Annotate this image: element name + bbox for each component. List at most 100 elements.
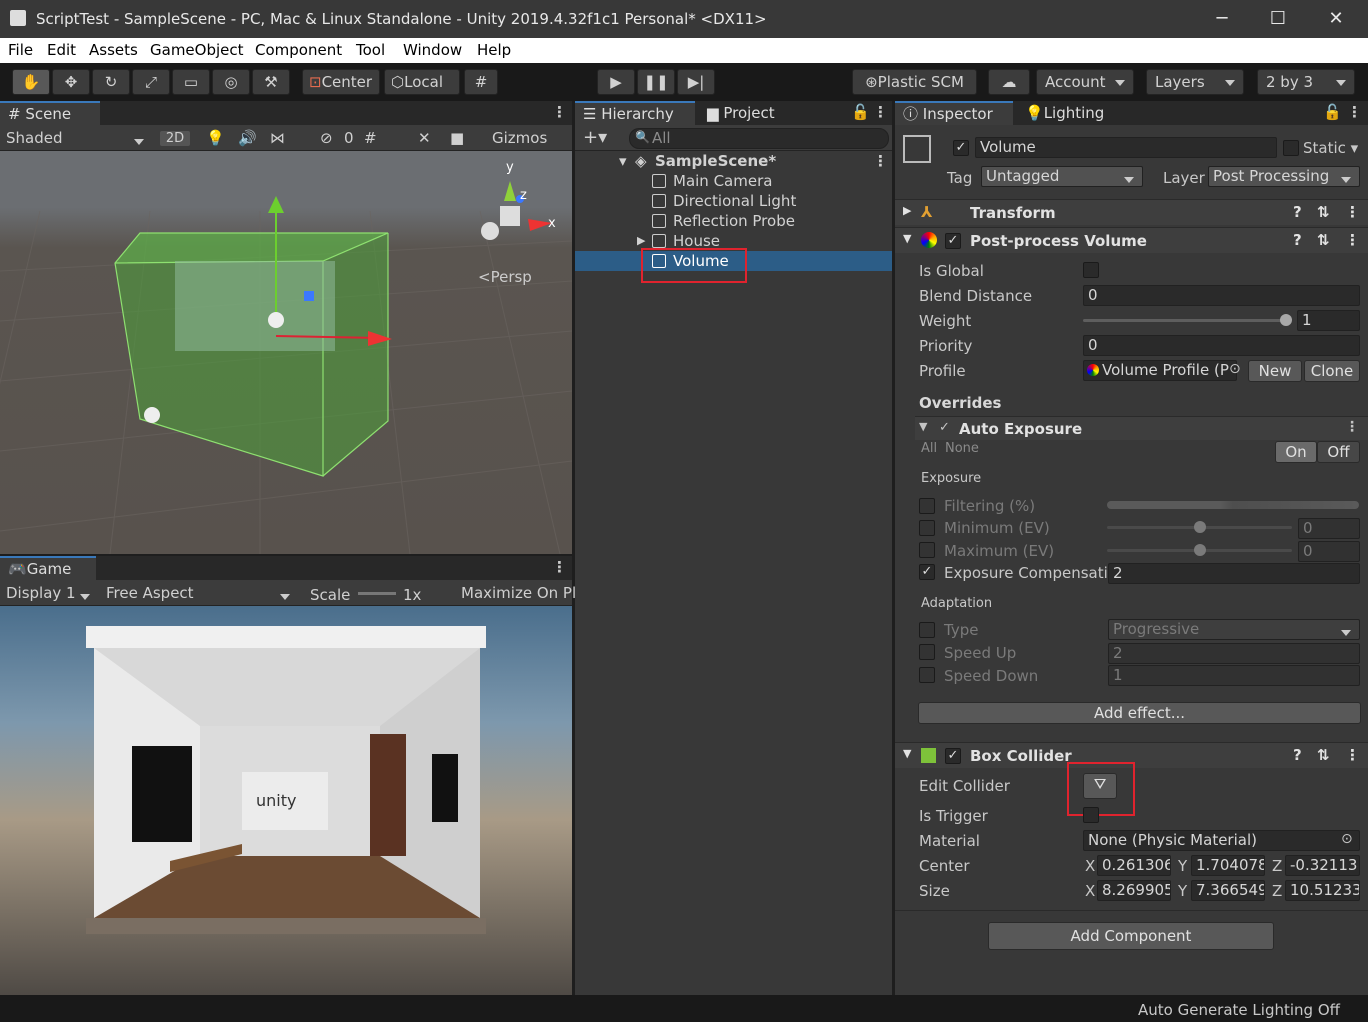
orientation-gizmo[interactable] [481,181,552,240]
tab-lighting[interactable]: 💡Lighting [1017,101,1117,125]
scene-viewport[interactable]: y z x <Persp [0,151,572,554]
help-icon[interactable]: ? [1293,746,1302,764]
hierarchy-item-reflection-probe[interactable]: Reflection Probe [575,211,892,231]
scale-tool-icon[interactable]: ⤢ [132,69,170,95]
size-x-field[interactable]: 8.269905 [1097,880,1171,901]
hierarchy-menu-icon[interactable]: ⋮ [873,103,888,121]
object-picker-icon[interactable]: ⊙ [1229,361,1241,377]
menu-window[interactable]: Window [403,41,462,59]
effects-toggle-icon[interactable]: ⋈ [270,129,285,147]
profile-clone-button[interactable]: Clone [1304,360,1360,382]
persp-label[interactable]: <Persp [478,268,532,286]
maximize-button[interactable]: ☐ [1258,6,1298,32]
tab-hierarchy[interactable]: ☰ Hierarchy [575,101,695,125]
blend-distance-field[interactable]: 0 [1083,285,1360,306]
preset-icon[interactable]: ⇅ [1317,746,1330,764]
minimum-field[interactable]: 0 [1298,518,1360,539]
center-x-field[interactable]: 0.261306 [1097,855,1171,876]
rotate-tool-icon[interactable]: ↻ [92,69,130,95]
2d-toggle[interactable]: 2D [160,131,190,146]
move-tool-icon[interactable]: ✥ [52,69,90,95]
tools-toggle-icon[interactable]: ✕ [418,129,431,147]
pivot-center-button[interactable]: ⊡Center [302,69,380,95]
y-axis-handle[interactable] [268,196,284,213]
preset-icon[interactable]: ⇅ [1317,203,1330,221]
help-icon[interactable]: ? [1293,231,1302,249]
auto-exposure-checkbox[interactable]: ✓ [939,420,950,435]
maximum-slider-knob[interactable] [1194,544,1206,556]
center-z-field[interactable]: -0.32113 [1285,855,1360,876]
plastic-scm-button[interactable]: ⊛Plastic SCM [852,69,977,95]
tab-game[interactable]: 🎮Game [0,556,96,580]
size-y-field[interactable]: 7.366549 [1191,880,1265,901]
hierarchy-item-main-camera[interactable]: Main Camera [575,171,892,191]
static-checkbox[interactable] [1283,140,1299,156]
effect-on-button[interactable]: On [1275,441,1317,463]
menu-edit[interactable]: Edit [47,41,76,59]
rect-tool-icon[interactable]: ▭ [172,69,210,95]
type-override-checkbox[interactable] [919,622,935,638]
is-trigger-checkbox[interactable] [1083,807,1099,823]
speed-up-field[interactable]: 2 [1108,643,1360,664]
object-picker-icon[interactable]: ⊙ [1341,831,1353,847]
account-dropdown[interactable]: Account [1036,69,1134,95]
weight-slider-knob[interactable] [1280,314,1292,326]
expand-arrow-icon[interactable]: ▾ [619,151,627,171]
hand-tool-icon[interactable]: ✋ [12,69,50,95]
display-dropdown[interactable]: Display 1 [6,584,98,602]
gizmos-dropdown[interactable]: Gizmos [492,129,547,147]
shading-dropdown[interactable]: Shaded [6,129,152,147]
close-button[interactable]: ✕ [1316,6,1356,32]
scene-menu-icon[interactable]: ⋮ [552,103,567,121]
maximize-on-play-toggle[interactable]: Maximize On Pl [461,584,576,602]
tag-dropdown[interactable]: Untagged [981,166,1143,187]
post-process-volume-header[interactable]: ▼ ✓ Post-process Volume ? ⇅ ⋮ [895,227,1368,253]
minimum-slider-knob[interactable] [1194,521,1206,533]
scene-menu-icon[interactable]: ⋮ [873,151,888,171]
filtering-range-slider[interactable] [1107,501,1359,509]
active-checkbox[interactable]: ✓ [953,140,969,156]
speed-down-field[interactable]: 1 [1108,665,1360,686]
maximum-field[interactable]: 0 [1298,541,1360,562]
foldout-arrow-icon[interactable]: ▼ [903,747,911,760]
menu-gameobject[interactable]: GameObject [150,41,244,59]
add-effect-button[interactable]: Add effect... [918,702,1361,724]
layer-dropdown[interactable]: Post Processing [1208,166,1360,187]
aspect-dropdown[interactable]: Free Aspect [106,584,298,602]
filtering-override-checkbox[interactable] [919,498,935,514]
profile-object-field[interactable]: Volume Profile (P [1083,360,1237,381]
lighting-status-text[interactable]: Auto Generate Lighting Off [1138,1001,1340,1019]
pivot-local-button[interactable]: ⬡Local [384,69,460,95]
grid-toggle-icon[interactable]: # [364,129,377,147]
size-z-field[interactable]: 10.51233 [1285,880,1360,901]
minimize-button[interactable]: ─ [1202,6,1242,32]
game-menu-icon[interactable]: ⋮ [552,558,567,576]
z-axis-handle[interactable] [304,291,314,301]
hierarchy-item-directional-light[interactable]: Directional Light [575,191,892,211]
menu-file[interactable]: File [8,41,33,59]
play-button[interactable]: ▶ [597,69,635,95]
layers-dropdown[interactable]: Layers [1146,69,1244,95]
grid-snap-icon[interactable]: # [464,69,498,95]
transform-tool-icon[interactable]: ◎ [212,69,250,95]
profile-new-button[interactable]: New [1248,360,1302,382]
inspector-menu-icon[interactable]: ⋮ [1347,103,1362,121]
compensation-field[interactable]: 2 [1108,563,1360,584]
preset-icon[interactable]: ⇅ [1317,231,1330,249]
weight-field[interactable]: 1 [1297,310,1360,331]
toggle-all-link[interactable]: All [921,441,937,456]
center-y-field[interactable]: 1.704078 [1191,855,1265,876]
menu-help[interactable]: Help [477,41,511,59]
effect-off-button[interactable]: Off [1317,441,1360,463]
camera-toggle-icon[interactable]: ■ [450,129,464,147]
tab-project[interactable]: ▆ Project [699,101,799,125]
static-dropdown[interactable]: Static ▾ [1303,139,1358,157]
add-component-button[interactable]: Add Component [988,922,1274,950]
help-icon[interactable]: ? [1293,203,1302,221]
step-button[interactable]: ▶| [677,69,715,95]
speed-down-override-checkbox[interactable] [919,667,935,683]
component-menu-icon[interactable]: ⋮ [1345,231,1360,249]
custom-tool-icon[interactable]: ⚒ [252,69,290,95]
hierarchy-search-input[interactable]: All [629,128,889,149]
cloud-icon[interactable]: ☁ [988,69,1030,95]
